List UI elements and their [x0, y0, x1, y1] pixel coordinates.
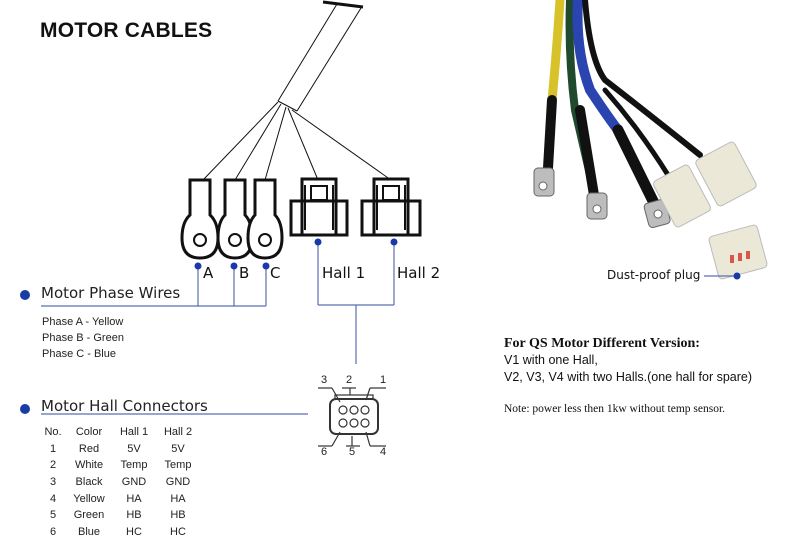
pin-number-3: 3 — [321, 374, 328, 386]
table-row: 6 Blue HC HC — [40, 524, 200, 541]
hall-pinout-table: No. Color Hall 1 Hall 2 1 Red 5V 5V 2 Wh… — [40, 424, 200, 540]
ring-terminal-c — [246, 178, 284, 260]
version-note: Note: power less then 1kw without temp s… — [504, 403, 726, 415]
hall-section-heading: Motor Hall Connectors — [41, 397, 208, 415]
pin-number-2: 2 — [346, 374, 353, 386]
table-cell: Yellow — [73, 492, 105, 505]
table-row: 4 Yellow HA HA — [40, 490, 200, 507]
phase-label-a: A — [203, 264, 214, 282]
version-line: V1 with one Hall, — [504, 353, 598, 367]
hall-2-label: Hall 2 — [397, 264, 441, 282]
ring-terminal-b — [216, 178, 254, 260]
table-cell: White — [74, 459, 104, 472]
table-cell: 5V — [171, 442, 185, 455]
photo-hall-plugs — [653, 141, 768, 280]
table-cell: 5 — [49, 509, 57, 522]
phase-item: Phase C - Blue — [42, 348, 116, 360]
table-header-row: No. Color Hall 1 Hall 2 — [40, 424, 200, 441]
phase-label-c: C — [270, 264, 281, 282]
phase-label-b: B — [239, 264, 250, 282]
pin-number-4: 4 — [380, 446, 387, 458]
column-header: Color — [75, 426, 103, 439]
table-row: 2 White Temp Temp — [40, 457, 200, 474]
phase-section-heading: Motor Phase Wires — [41, 284, 181, 302]
table-cell: GND — [121, 476, 147, 489]
phase-item: Phase A - Yellow — [42, 316, 124, 328]
table-cell: 3 — [49, 476, 57, 489]
phase-section-bullet-icon — [20, 290, 30, 300]
table-cell: Blue — [77, 525, 101, 538]
table-cell: Temp — [120, 459, 148, 472]
pin-number-5: 5 — [349, 446, 356, 458]
ring-terminal-a — [180, 178, 220, 260]
table-cell: Red — [78, 442, 100, 455]
table-cell: 1 — [49, 442, 57, 455]
table-cell: Green — [73, 509, 105, 522]
cable-bundle — [202, 0, 392, 181]
table-cell: HC — [126, 525, 142, 538]
hall-connector-2-drawing — [360, 177, 422, 237]
hall-1-label: Hall 1 — [322, 264, 366, 282]
version-heading: For QS Motor Different Version: — [504, 336, 700, 351]
table-row: 3 Black GND GND — [40, 474, 200, 491]
version-line: V2, V3, V4 with two Halls.(one hall for … — [504, 370, 753, 384]
table-cell: HA — [170, 492, 186, 505]
table-cell: 6 — [49, 525, 57, 538]
table-row: 1 Red 5V 5V — [40, 441, 200, 458]
pin-number-6: 6 — [321, 446, 328, 458]
table-cell: HB — [170, 509, 186, 522]
table-cell: HB — [126, 509, 142, 522]
table-cell: Temp — [164, 459, 192, 472]
table-cell: GND — [165, 476, 191, 489]
column-header: No. — [44, 426, 62, 439]
table-cell: 2 — [49, 459, 57, 472]
phase-item: Phase B - Green — [42, 332, 124, 344]
plug-pointer-dot — [733, 272, 741, 280]
table-row: 5 Green HB HB — [40, 507, 200, 524]
pin-number-1: 1 — [380, 374, 387, 386]
table-cell: HA — [126, 492, 142, 505]
hall-section-bullet-icon — [20, 404, 30, 414]
hall-connector-1-drawing — [289, 177, 349, 237]
table-cell: Black — [75, 476, 103, 489]
table-cell: 5V — [127, 442, 141, 455]
dust-proof-plug-caption: Dust-proof plug — [607, 268, 701, 282]
column-header: Hall 2 — [163, 426, 193, 439]
hall-connector-pinout-icon — [318, 387, 386, 447]
table-cell: 4 — [49, 492, 57, 505]
table-cell: HC — [170, 525, 186, 538]
column-header: Hall 1 — [119, 426, 149, 439]
